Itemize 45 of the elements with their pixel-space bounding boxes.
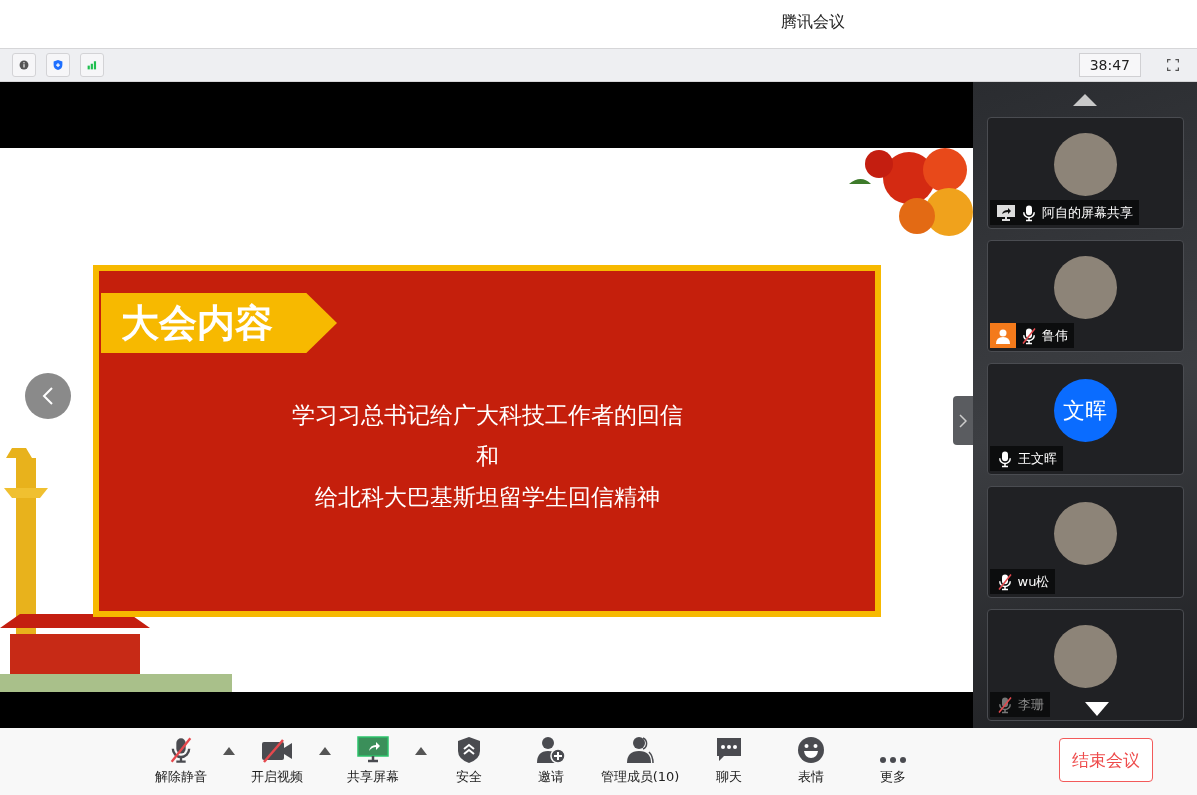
toolbar-button[interactable]: 表情	[770, 731, 852, 792]
toolbar-button[interactable]: 更多	[852, 731, 934, 792]
participant-tile[interactable]: 阿自的屏幕共享	[986, 117, 1184, 229]
participant-tile[interactable]: 鲁伟	[986, 240, 1184, 352]
caret-icon[interactable]	[415, 746, 427, 755]
participant-tile[interactable]: wu松	[986, 486, 1184, 598]
participant-name: 鲁伟	[1041, 326, 1068, 345]
security-button[interactable]	[46, 53, 70, 77]
slide-text: 给北科大巴基斯坦留学生回信精神	[314, 482, 660, 512]
toolbar-button[interactable]: 安全	[428, 731, 510, 792]
participant-name: 王文晖	[1017, 449, 1057, 468]
chevron-left-icon	[42, 386, 54, 406]
add-user-icon	[536, 735, 566, 764]
participant-tile[interactable]: 李珊	[986, 609, 1184, 721]
meeting-timer: 38:47	[1078, 53, 1141, 77]
end-meeting-button[interactable]: 结束会议	[1059, 738, 1153, 782]
toolbar-button[interactable]: 邀请	[510, 731, 592, 792]
more-icon	[879, 755, 907, 764]
participant-tile[interactable]: 文晖 王文晖	[986, 363, 1184, 475]
caret-icon[interactable]	[223, 746, 235, 755]
toolbar-button[interactable]: 聊天	[688, 731, 770, 792]
info-button[interactable]	[12, 53, 36, 77]
participant-name: wu松	[1017, 572, 1050, 591]
shield-icon	[457, 735, 481, 764]
slide-text: 学习习总书记给广大科技工作者的回信	[291, 400, 683, 430]
panel-toggle[interactable]	[953, 396, 973, 445]
caret-icon[interactable]	[319, 746, 331, 755]
screen-share-icon	[357, 735, 389, 764]
scroll-down-icon[interactable]	[1084, 702, 1109, 716]
smiley-icon	[797, 735, 825, 764]
participant-name: 李珊	[1017, 695, 1044, 714]
section-tag: 大会内容	[101, 293, 337, 353]
toolbar-button[interactable]: 解除静音	[140, 731, 222, 792]
window-title: 腾讯会议	[781, 12, 845, 33]
scroll-up-icon[interactable]	[1073, 94, 1097, 106]
signal-icon	[87, 58, 97, 72]
slide-text: 和	[475, 441, 499, 471]
users-icon	[625, 735, 655, 764]
chat-icon	[716, 735, 742, 764]
participant-name: 阿自的屏幕共享	[1041, 203, 1133, 222]
avatar: 文晖	[1053, 379, 1117, 442]
chevron-right-icon	[959, 413, 967, 428]
toolbar-button[interactable]: 管理成员(10)	[592, 731, 688, 792]
toolbar-button[interactable]: 共享屏幕	[332, 731, 414, 792]
toolbar-button[interactable]: 开启视频	[236, 731, 318, 792]
